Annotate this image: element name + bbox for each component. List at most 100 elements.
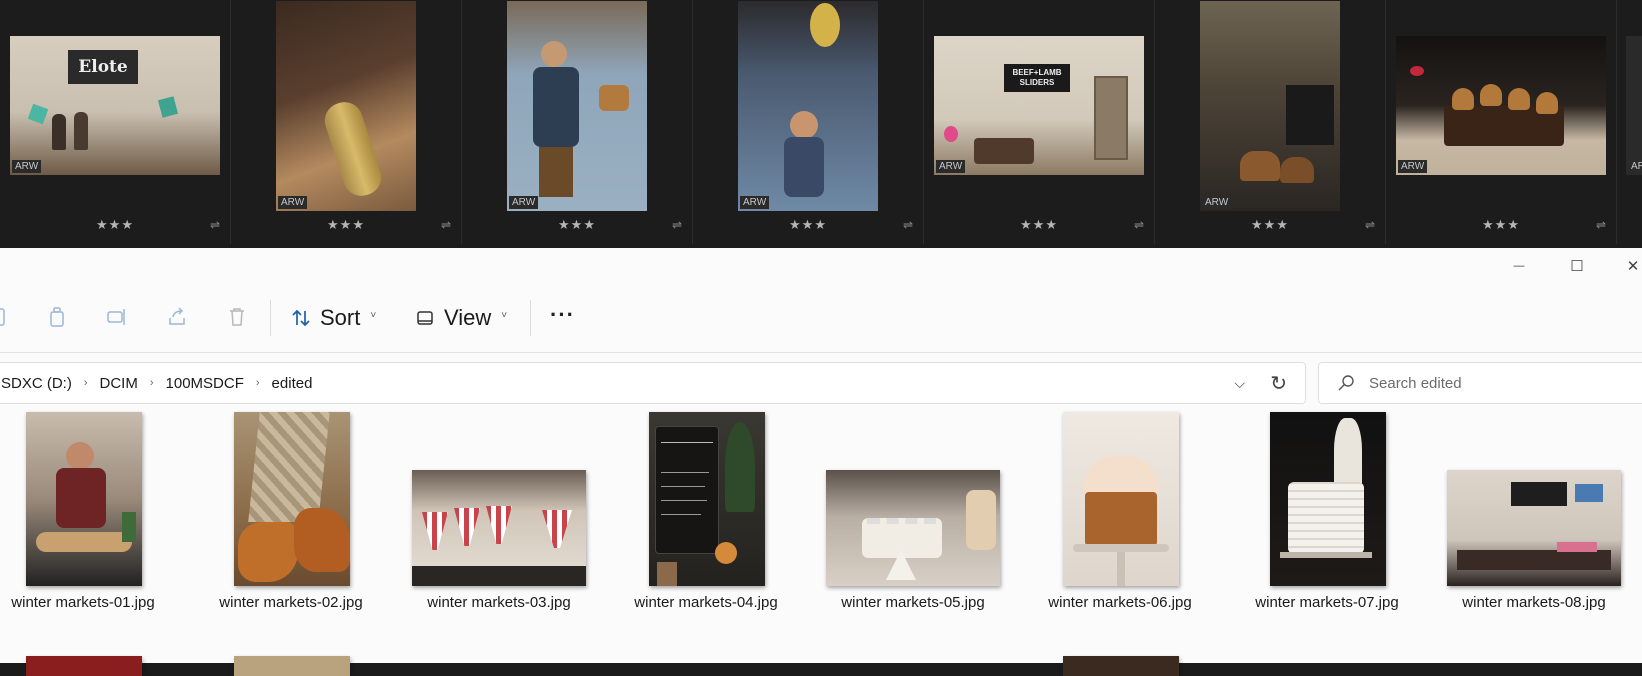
- filmstrip-thumbnail[interactable]: Elote ARW: [10, 36, 220, 175]
- close-icon: ✕: [1626, 258, 1640, 275]
- file-name[interactable]: winter markets-08.jpg: [1439, 594, 1629, 611]
- star-rating[interactable]: ★★★: [924, 217, 1154, 233]
- chevron-down-icon: ˅: [370, 309, 377, 321]
- copy-icon[interactable]: [46, 306, 68, 328]
- filmstrip-thumbnail[interactable]: ARW: [1200, 1, 1340, 211]
- cut-icon[interactable]: [0, 306, 10, 328]
- filmstrip-cell[interactable]: ARW: [1617, 0, 1642, 244]
- close-button[interactable]: ✕: [1610, 248, 1642, 284]
- file-explorer-window: — ☐ ✕ Sort ˅ View ˅ ··· SDXC (D:) › DCIM…: [0, 248, 1642, 676]
- file-grid: winter markets-01.jpg winter markets-02.…: [0, 412, 1642, 663]
- star-rating[interactable]: ★★★: [0, 217, 230, 233]
- lightroom-filmstrip: Elote ARW ★★★ ⇌ ARW ★★★ ⇌ ARW ★★★ ⇌ ARW …: [0, 0, 1642, 248]
- search-icon: [1338, 375, 1354, 391]
- star-rating[interactable]: ★★★: [231, 217, 461, 233]
- star-rating[interactable]: ★★★: [462, 217, 692, 233]
- develop-adjusted-icon[interactable]: ⇌: [210, 218, 220, 232]
- minimize-button[interactable]: —: [1496, 248, 1542, 284]
- file-thumbnail[interactable]: [412, 470, 586, 586]
- filmstrip-cell[interactable]: ARW ★★★ ⇌: [1386, 0, 1617, 244]
- file-thumbnail[interactable]: [234, 656, 350, 676]
- filmstrip-cell[interactable]: ARW ★★★ ⇌: [231, 0, 462, 244]
- raw-badge: ARW: [12, 160, 42, 173]
- breadcrumb-edited[interactable]: edited: [268, 375, 317, 392]
- filmstrip-thumbnail[interactable]: BEEF+LAMB SLIDERS ARW: [934, 36, 1144, 175]
- search-input[interactable]: [1369, 374, 1629, 392]
- file-name[interactable]: winter markets-05.jpg: [818, 594, 1008, 611]
- breadcrumb-100msdcf[interactable]: 100MSDCF: [162, 375, 248, 392]
- view-icon: [417, 311, 433, 325]
- toolbar-separator: [270, 300, 271, 336]
- file-thumbnail[interactable]: [26, 656, 142, 676]
- breadcrumb-drive[interactable]: SDXC (D:): [0, 375, 76, 392]
- star-rating[interactable]: ★★★: [1155, 217, 1385, 233]
- breadcrumb-separator-icon[interactable]: ›: [248, 377, 268, 389]
- sort-icon: [292, 309, 310, 327]
- raw-badge: ARW: [1628, 160, 1642, 173]
- chevron-down-icon[interactable]: ⌵: [1234, 375, 1245, 392]
- raw-badge: ARW: [509, 196, 539, 209]
- develop-adjusted-icon[interactable]: ⇌: [1596, 218, 1606, 232]
- raw-badge: ARW: [1202, 196, 1232, 209]
- address-bar[interactable]: SDXC (D:) › DCIM › 100MSDCF › edited ⌵ ↻: [0, 362, 1306, 404]
- minimize-icon: —: [1513, 260, 1525, 272]
- filmstrip-thumbnail[interactable]: ARW: [507, 1, 647, 211]
- file-name[interactable]: winter markets-01.jpg: [0, 594, 178, 611]
- filmstrip-cell[interactable]: ARW ★★★ ⇌: [462, 0, 693, 244]
- rename-icon[interactable]: [106, 306, 128, 328]
- develop-adjusted-icon[interactable]: ⇌: [672, 218, 682, 232]
- file-thumbnail[interactable]: [1063, 656, 1179, 676]
- file-thumbnail[interactable]: [649, 412, 765, 586]
- file-thumbnail[interactable]: [1447, 470, 1621, 586]
- delete-icon[interactable]: [226, 306, 248, 328]
- raw-badge: ARW: [936, 160, 966, 173]
- share-icon[interactable]: [166, 306, 188, 328]
- file-name[interactable]: winter markets-07.jpg: [1232, 594, 1422, 611]
- chevron-down-icon: ˅: [501, 309, 508, 321]
- star-rating[interactable]: ★★★: [1386, 217, 1616, 233]
- develop-adjusted-icon[interactable]: ⇌: [903, 218, 913, 232]
- file-thumbnail[interactable]: [26, 412, 142, 586]
- file-name[interactable]: winter markets-06.jpg: [1025, 594, 1215, 611]
- file-thumbnail[interactable]: [1063, 412, 1179, 586]
- filmstrip-cell[interactable]: BEEF+LAMB SLIDERS ARW ★★★ ⇌: [924, 0, 1155, 244]
- breadcrumb-separator-icon[interactable]: ›: [142, 377, 162, 389]
- maximize-button[interactable]: ☐: [1554, 248, 1600, 284]
- raw-badge: ARW: [278, 196, 308, 209]
- breadcrumb-separator-icon[interactable]: ›: [76, 377, 96, 389]
- command-bar: Sort ˅ View ˅ ···: [0, 292, 1642, 342]
- view-button[interactable]: View ˅: [414, 300, 507, 336]
- see-more-button[interactable]: ···: [550, 302, 575, 328]
- breadcrumb-dcim[interactable]: DCIM: [96, 375, 142, 392]
- sort-label: Sort: [320, 305, 361, 330]
- photo-sign: BEEF+LAMB SLIDERS: [1004, 64, 1070, 92]
- file-name[interactable]: winter markets-04.jpg: [611, 594, 801, 611]
- raw-badge: ARW: [740, 196, 770, 209]
- toolbar-divider: [0, 352, 1642, 353]
- refresh-icon[interactable]: ↻: [1270, 371, 1287, 396]
- sort-button[interactable]: Sort ˅: [290, 300, 376, 336]
- filmstrip-thumbnail[interactable]: ARW: [738, 1, 878, 211]
- star-rating[interactable]: ★★★: [693, 217, 923, 233]
- filmstrip-cell[interactable]: ARW ★★★ ⇌: [693, 0, 924, 244]
- file-name[interactable]: winter markets-03.jpg: [404, 594, 594, 611]
- filmstrip-cell[interactable]: ARW ★★★ ⇌: [1155, 0, 1386, 244]
- filmstrip-cell[interactable]: Elote ARW ★★★ ⇌: [0, 0, 231, 244]
- filmstrip-thumbnail[interactable]: ARW: [1626, 36, 1642, 175]
- menu-chalkboard: [1286, 85, 1334, 145]
- title-bar[interactable]: — ☐ ✕: [0, 248, 1642, 284]
- develop-adjusted-icon[interactable]: ⇌: [1134, 218, 1144, 232]
- file-name[interactable]: winter markets-02.jpg: [196, 594, 386, 611]
- toolbar-separator: [530, 300, 531, 336]
- file-thumbnail[interactable]: [234, 412, 350, 586]
- filmstrip-thumbnail[interactable]: ARW: [1396, 36, 1606, 175]
- raw-badge: ARW: [1398, 160, 1428, 173]
- file-thumbnail[interactable]: [826, 470, 1000, 586]
- maximize-icon: ☐: [1570, 258, 1584, 275]
- photo-sign: Elote: [68, 50, 138, 84]
- develop-adjusted-icon[interactable]: ⇌: [441, 218, 451, 232]
- search-box[interactable]: [1318, 362, 1642, 404]
- filmstrip-thumbnail[interactable]: ARW: [276, 1, 416, 211]
- develop-adjusted-icon[interactable]: ⇌: [1365, 218, 1375, 232]
- file-thumbnail[interactable]: [1270, 412, 1386, 586]
